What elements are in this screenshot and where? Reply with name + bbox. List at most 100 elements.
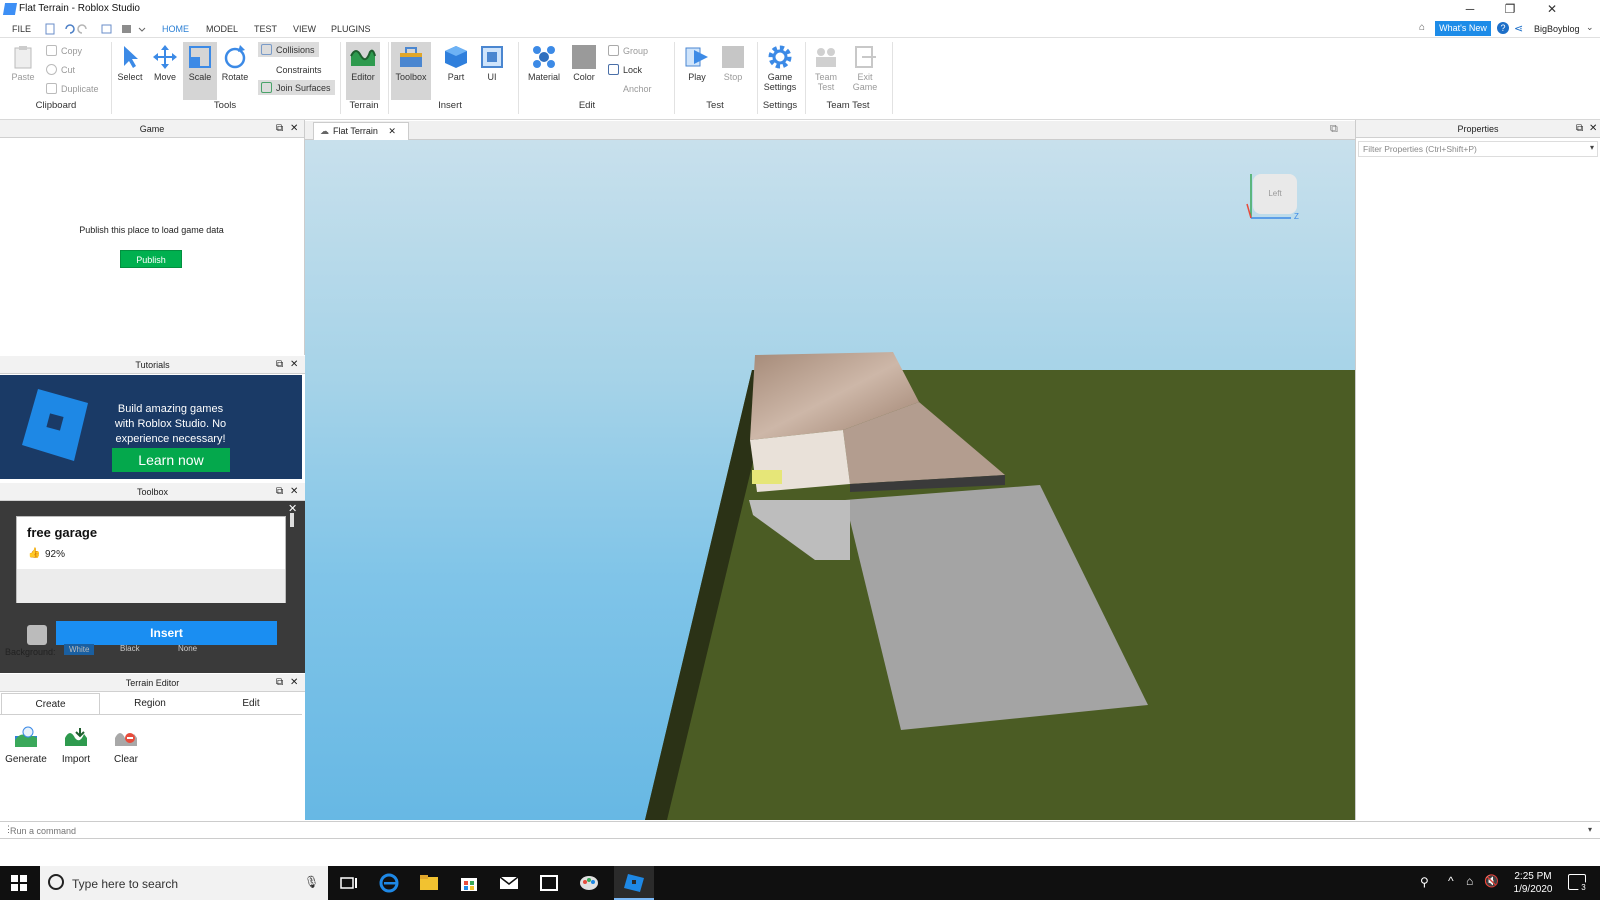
- team-test-label-1: Team: [814, 72, 837, 82]
- menu-view[interactable]: VIEW: [293, 24, 316, 34]
- close-tab-icon[interactable]: ✕: [388, 126, 396, 136]
- toolbox-panel-header: Toolbox: [0, 483, 305, 501]
- people-icon[interactable]: ⚲: [1420, 875, 1429, 889]
- share-icon[interactable]: ⋖: [1514, 22, 1523, 35]
- microphone-icon[interactable]: 🎙: [304, 875, 319, 889]
- clear-tool[interactable]: Clear: [102, 726, 150, 765]
- user-name[interactable]: BigBoyblog: [1534, 24, 1580, 34]
- import-tool[interactable]: Import: [52, 726, 100, 765]
- background-option-none[interactable]: None: [178, 644, 197, 653]
- creator-avatar[interactable]: [27, 625, 47, 645]
- undock-icon[interactable]: ⧉: [276, 120, 283, 138]
- lock-button[interactable]: Lock: [608, 64, 642, 75]
- close-panel-icon[interactable]: ✕: [290, 483, 298, 501]
- menu-home[interactable]: HOME: [162, 24, 189, 34]
- play-label: Play: [688, 72, 706, 82]
- close-panel-icon[interactable]: ✕: [290, 674, 298, 692]
- whats-new-button[interactable]: What's New: [1435, 21, 1491, 36]
- 3d-viewport[interactable]: Left Z: [305, 140, 1355, 820]
- terrain-editor-button[interactable]: Editor: [346, 42, 380, 100]
- publish-button[interactable]: Publish: [120, 250, 182, 268]
- roblox-studio-taskbar-item[interactable]: [614, 866, 654, 900]
- exit-game-button[interactable]: Exit Game: [848, 44, 882, 92]
- windows-start-icon[interactable]: [11, 875, 27, 891]
- anchor-button[interactable]: Anchor: [608, 83, 652, 94]
- select-button[interactable]: Select: [113, 44, 147, 82]
- team-test-button[interactable]: Team Test: [809, 44, 843, 92]
- material-button[interactable]: Material: [525, 44, 563, 82]
- scrollbar-thumb[interactable]: [290, 513, 294, 527]
- lock-icon: [608, 64, 619, 75]
- taskbar-search-box[interactable]: Type here to search 🎙: [40, 866, 328, 900]
- undock-icon[interactable]: ⧉: [276, 483, 283, 501]
- user-dropdown-icon[interactable]: ⌄: [1586, 22, 1594, 33]
- tab-flat-terrain[interactable]: ☁ Flat Terrain ✕: [313, 122, 409, 140]
- network-icon[interactable]: ⌂: [1466, 874, 1473, 888]
- close-panel-icon[interactable]: ✕: [290, 356, 298, 374]
- undock-icon[interactable]: ⧉: [276, 356, 283, 374]
- paint-app-icon[interactable]: [578, 873, 600, 893]
- quick-access-toolbar[interactable]: [44, 23, 149, 35]
- stop-button[interactable]: Stop: [716, 44, 750, 82]
- copy-button[interactable]: Copy: [46, 45, 82, 56]
- move-button[interactable]: Move: [148, 44, 182, 82]
- menu-model[interactable]: MODEL: [206, 24, 238, 34]
- generate-tool[interactable]: Generate: [2, 726, 50, 765]
- edge-browser-icon[interactable]: [378, 873, 400, 893]
- minimize-button[interactable]: ─: [1462, 2, 1478, 16]
- asset-preview-card[interactable]: free garage 👍 92%: [16, 516, 286, 603]
- menu-file[interactable]: FILE: [12, 24, 31, 34]
- toolbox-button[interactable]: Toolbox: [391, 42, 431, 100]
- command-dropdown-icon[interactable]: ▾: [1588, 825, 1592, 834]
- paste-button[interactable]: Paste: [6, 44, 40, 82]
- filter-properties-input[interactable]: Filter Properties (Ctrl+Shift+P): [1358, 141, 1598, 157]
- store-icon[interactable]: [458, 873, 480, 893]
- part-button[interactable]: Part: [439, 44, 473, 82]
- mail-icon[interactable]: [498, 873, 520, 893]
- ui-button[interactable]: UI: [475, 44, 509, 82]
- game-settings-button[interactable]: Game Settings: [762, 44, 798, 92]
- toolbox-icon: [400, 47, 422, 67]
- viewport-layout-icon[interactable]: ⧉: [1330, 123, 1338, 136]
- scale-button[interactable]: Scale: [183, 42, 217, 100]
- game-panel: Game ⧉ ✕ Publish this place to load game…: [0, 120, 305, 355]
- join-surfaces-label: Join Surfaces: [276, 83, 331, 93]
- help-icon[interactable]: ?: [1497, 22, 1509, 34]
- tab-edit[interactable]: Edit: [200, 693, 302, 714]
- task-view-icon[interactable]: [338, 873, 360, 893]
- close-window-button[interactable]: ✕: [1544, 2, 1560, 16]
- system-clock[interactable]: 2:25 PM 1/9/2020: [1505, 870, 1561, 896]
- constraints-toggle[interactable]: Constraints: [261, 64, 322, 75]
- join-surfaces-toggle[interactable]: Join Surfaces: [258, 80, 335, 95]
- insert-button[interactable]: Insert: [56, 621, 277, 645]
- undock-icon[interactable]: ⧉: [276, 674, 283, 692]
- tab-region[interactable]: Region: [100, 693, 200, 714]
- show-hidden-icons-icon[interactable]: ^: [1448, 874, 1454, 888]
- group-button[interactable]: Group: [608, 45, 648, 56]
- menu-test[interactable]: TEST: [254, 24, 277, 34]
- volume-muted-icon[interactable]: 🔇: [1484, 874, 1499, 888]
- filter-dropdown-icon[interactable]: ▾: [1590, 143, 1594, 152]
- play-button[interactable]: Play: [680, 44, 714, 82]
- collapse-ribbon-icon[interactable]: ⌂: [1419, 22, 1425, 33]
- close-panel-icon[interactable]: ✕: [1589, 120, 1597, 138]
- roblox-studio-icon: [624, 874, 644, 892]
- duplicate-button[interactable]: Duplicate: [46, 83, 99, 94]
- cut-label: Cut: [61, 65, 76, 75]
- color-button[interactable]: Color: [567, 44, 601, 82]
- background-option-white[interactable]: White: [64, 644, 95, 655]
- background-option-black[interactable]: Black: [120, 644, 140, 653]
- terrain-group-label: Terrain: [349, 100, 379, 111]
- collisions-toggle[interactable]: Collisions: [258, 42, 319, 57]
- tab-create[interactable]: Create: [1, 693, 100, 714]
- 7zip-icon[interactable]: [538, 873, 560, 893]
- command-input[interactable]: [10, 824, 1585, 837]
- cut-button[interactable]: Cut: [46, 64, 75, 75]
- undock-icon[interactable]: ⧉: [1576, 120, 1583, 138]
- close-panel-icon[interactable]: ✕: [290, 120, 298, 138]
- learn-now-button[interactable]: Learn now: [112, 448, 230, 472]
- file-explorer-icon[interactable]: [418, 873, 440, 893]
- rotate-button[interactable]: Rotate: [218, 44, 252, 82]
- menu-plugins[interactable]: PLUGINS: [331, 24, 371, 34]
- maximize-button[interactable]: ❐: [1502, 2, 1518, 16]
